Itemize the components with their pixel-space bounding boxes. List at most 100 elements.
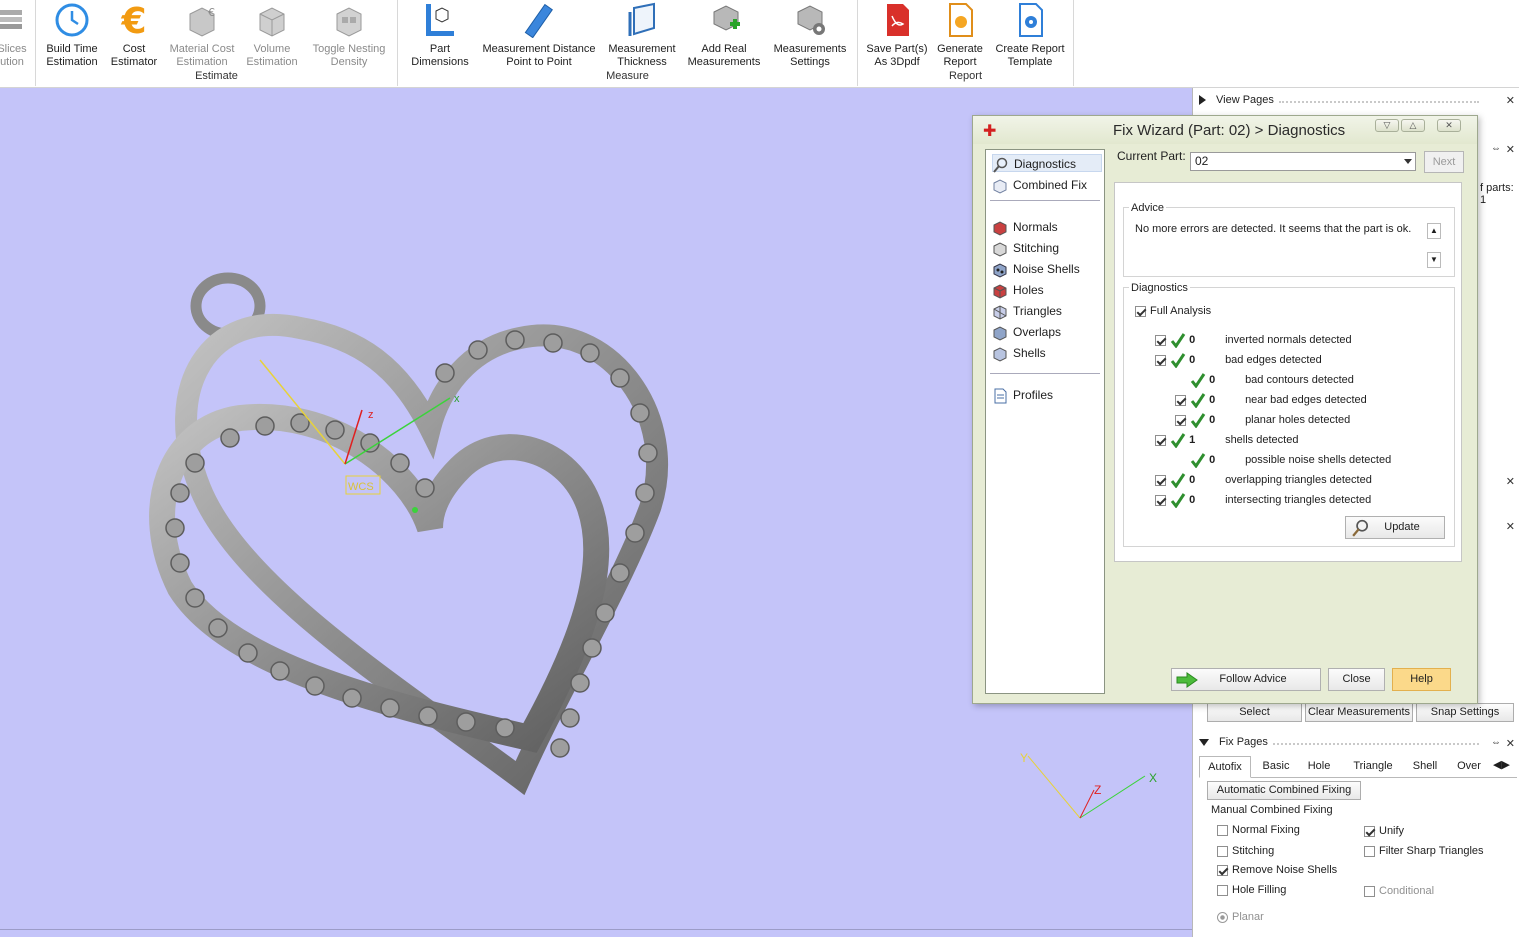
advice-scroll-down-icon[interactable]: ▼ [1427,252,1441,268]
manual-combined-fixing-label: Manual Combined Fixing [1211,804,1333,816]
inverted-normals-checkbox[interactable] [1155,334,1166,346]
next-button[interactable]: Next [1424,151,1464,173]
remove-noise-shells-checkbox[interactable] [1217,864,1228,876]
nesting-label-1: Toggle Nesting [312,43,386,55]
nav-separator-2 [990,373,1100,374]
fix-pages-header[interactable]: Fix Pages [1199,736,1268,748]
nav-noise-shells[interactable]: Noise Shells [992,260,1080,278]
profiles-icon [994,388,1007,404]
part-dimensions-button[interactable]: Part Dimensions [404,2,476,69]
normal-fixing-checkbox[interactable] [1217,824,1228,836]
advice-scroll-up-icon[interactable]: ▲ [1427,223,1441,239]
conditional-checkbox[interactable] [1364,885,1375,897]
planar-radio[interactable] [1217,911,1228,923]
tab-shell[interactable]: Shell [1405,756,1445,778]
maximize-icon[interactable]: △ [1401,119,1425,132]
nav-overlaps[interactable]: Overlaps [992,323,1061,341]
slices-button[interactable]: Slices ution [0,2,32,69]
planar-option[interactable]: Planar [1217,911,1264,923]
clear-measurements-button[interactable]: Clear Measurements [1305,703,1413,722]
tab-scroll-arrows-icon[interactable]: ◀▶ [1493,758,1510,771]
panel-close-icon-2[interactable]: ✕ [1506,475,1515,488]
build-time-label-2: Estimation [46,56,98,68]
intersecting-triangles-checkbox[interactable] [1155,494,1166,506]
normal-fixing-option[interactable]: Normal Fixing [1217,824,1300,836]
nav-triangles[interactable]: Triangles [992,302,1062,320]
unify-option[interactable]: Unify [1364,825,1404,837]
cost-label-2: Estimator [110,56,158,68]
tab-triangle[interactable]: Triangle [1345,756,1401,778]
stitching-option[interactable]: Stitching [1217,845,1274,857]
dialog-title-bar[interactable]: ✚ Fix Wizard (Part: 02) > Diagnostics ▽ … [973,116,1477,144]
panel-close-icon[interactable]: ✕ [1506,143,1515,156]
planar-holes-checkbox[interactable] [1175,414,1186,426]
bad-edges-checkbox[interactable] [1155,354,1166,366]
pin-icon[interactable]: ⇔ [1491,143,1501,154]
nav-normals-label: Normals [1013,220,1058,234]
close-icon[interactable]: ✕ [1437,119,1461,132]
material-cost-estimation-button[interactable]: € Material Cost Estimation [164,2,240,69]
add-real-label-1: Add Real [701,43,747,55]
add-real-measurements-button[interactable]: Add Real Measurements [684,2,764,69]
generate-report-button[interactable]: Generate Report [932,2,988,69]
follow-advice-button[interactable]: Follow Advice [1171,668,1321,691]
hole-filling-checkbox[interactable] [1217,884,1228,896]
nav-normals[interactable]: Normals [992,218,1058,236]
help-button[interactable]: Help [1392,668,1451,691]
update-button[interactable]: Update [1345,516,1445,539]
view-pages-header[interactable]: View Pages [1199,94,1274,106]
create-report-template-button[interactable]: Create Report Template [990,2,1070,69]
ribbon-group-partial: Slices ution [0,0,36,86]
tab-autofix[interactable]: Autofix [1199,756,1251,778]
shells-checkbox[interactable] [1155,434,1166,446]
save-3dpdf-button[interactable]: Save Part(s) As 3Dpdf [864,2,930,69]
ribbon-group-estimate: Build Time Estimation € Cost Estimator €… [36,0,398,86]
advice-text: No more errors are detected. It seems th… [1135,223,1412,235]
fix-pages-pin-icon[interactable]: ⇔ [1491,737,1501,748]
nav-stitching[interactable]: Stitching [992,239,1059,257]
measurement-distance-button[interactable]: Measurement Distance Point to Point [478,2,600,69]
measurements-settings-button[interactable]: Measurements Settings [766,2,854,69]
minimize-icon[interactable]: ▽ [1375,119,1399,132]
hole-filling-option[interactable]: Hole Filling [1217,884,1286,896]
snap-settings-button[interactable]: Snap Settings [1416,703,1514,722]
near-bad-edges-label: near bad edges detected [1245,394,1367,406]
close-button[interactable]: Close [1328,668,1385,691]
build-time-estimation-button[interactable]: Build Time Estimation [40,2,104,69]
volume-estimation-button[interactable]: Volume Estimation [242,2,302,69]
cost-estimator-button[interactable]: € Cost Estimator [106,2,162,69]
overlapping-triangles-checkbox[interactable] [1155,474,1166,486]
unify-checkbox[interactable] [1364,825,1375,837]
panel-close-icon-3[interactable]: ✕ [1506,520,1515,533]
filter-sharp-triangles-option[interactable]: Filter Sharp Triangles [1364,845,1484,857]
stitching-checkbox[interactable] [1217,845,1228,857]
diagnostic-row-near-bad-edges: 0 near bad edges detected [1175,392,1367,409]
tab-basic[interactable]: Basic [1255,756,1297,778]
fix-pages-title: Fix Pages [1219,736,1268,748]
nav-diagnostics-label: Diagnostics [1014,157,1077,171]
nav-combined-fix[interactable]: Combined Fix [992,176,1087,194]
tab-overlap[interactable]: Over [1449,756,1489,778]
full-analysis-checkbox[interactable] [1135,305,1146,317]
near-bad-edges-checkbox[interactable] [1175,394,1186,406]
remove-noise-shells-option[interactable]: Remove Noise Shells [1217,864,1337,876]
view-pages-close-icon[interactable]: ✕ [1506,94,1515,107]
tab-hole[interactable]: Hole [1299,756,1339,778]
automatic-combined-fixing-button[interactable]: Automatic Combined Fixing [1207,781,1361,800]
measurement-thickness-button[interactable]: Measurement Thickness [602,2,682,69]
toggle-nesting-density-button[interactable]: Toggle Nesting Density [304,2,394,69]
nav-diagnostics[interactable]: Diagnostics [992,154,1102,173]
nav-holes[interactable]: Holes [992,281,1044,299]
slices-label-2: ution [0,56,24,68]
create-template-label-1: Create Report [995,43,1065,55]
nav-profiles[interactable]: Profiles [992,386,1053,404]
current-part-select[interactable]: 02 [1190,152,1416,171]
nav-shells[interactable]: Shells [992,344,1046,362]
fix-pages-close-icon[interactable]: ✕ [1506,737,1515,750]
select-button[interactable]: Select [1207,703,1302,722]
conditional-option[interactable]: Conditional [1364,885,1434,897]
full-analysis-option[interactable]: Full Analysis [1135,303,1211,319]
filter-sharp-triangles-checkbox[interactable] [1364,845,1375,857]
wizard-main-area: Current Part: 02 Next Advice No more err… [1113,149,1464,694]
diagnostics-content-box: Advice No more errors are detected. It s… [1114,182,1462,562]
